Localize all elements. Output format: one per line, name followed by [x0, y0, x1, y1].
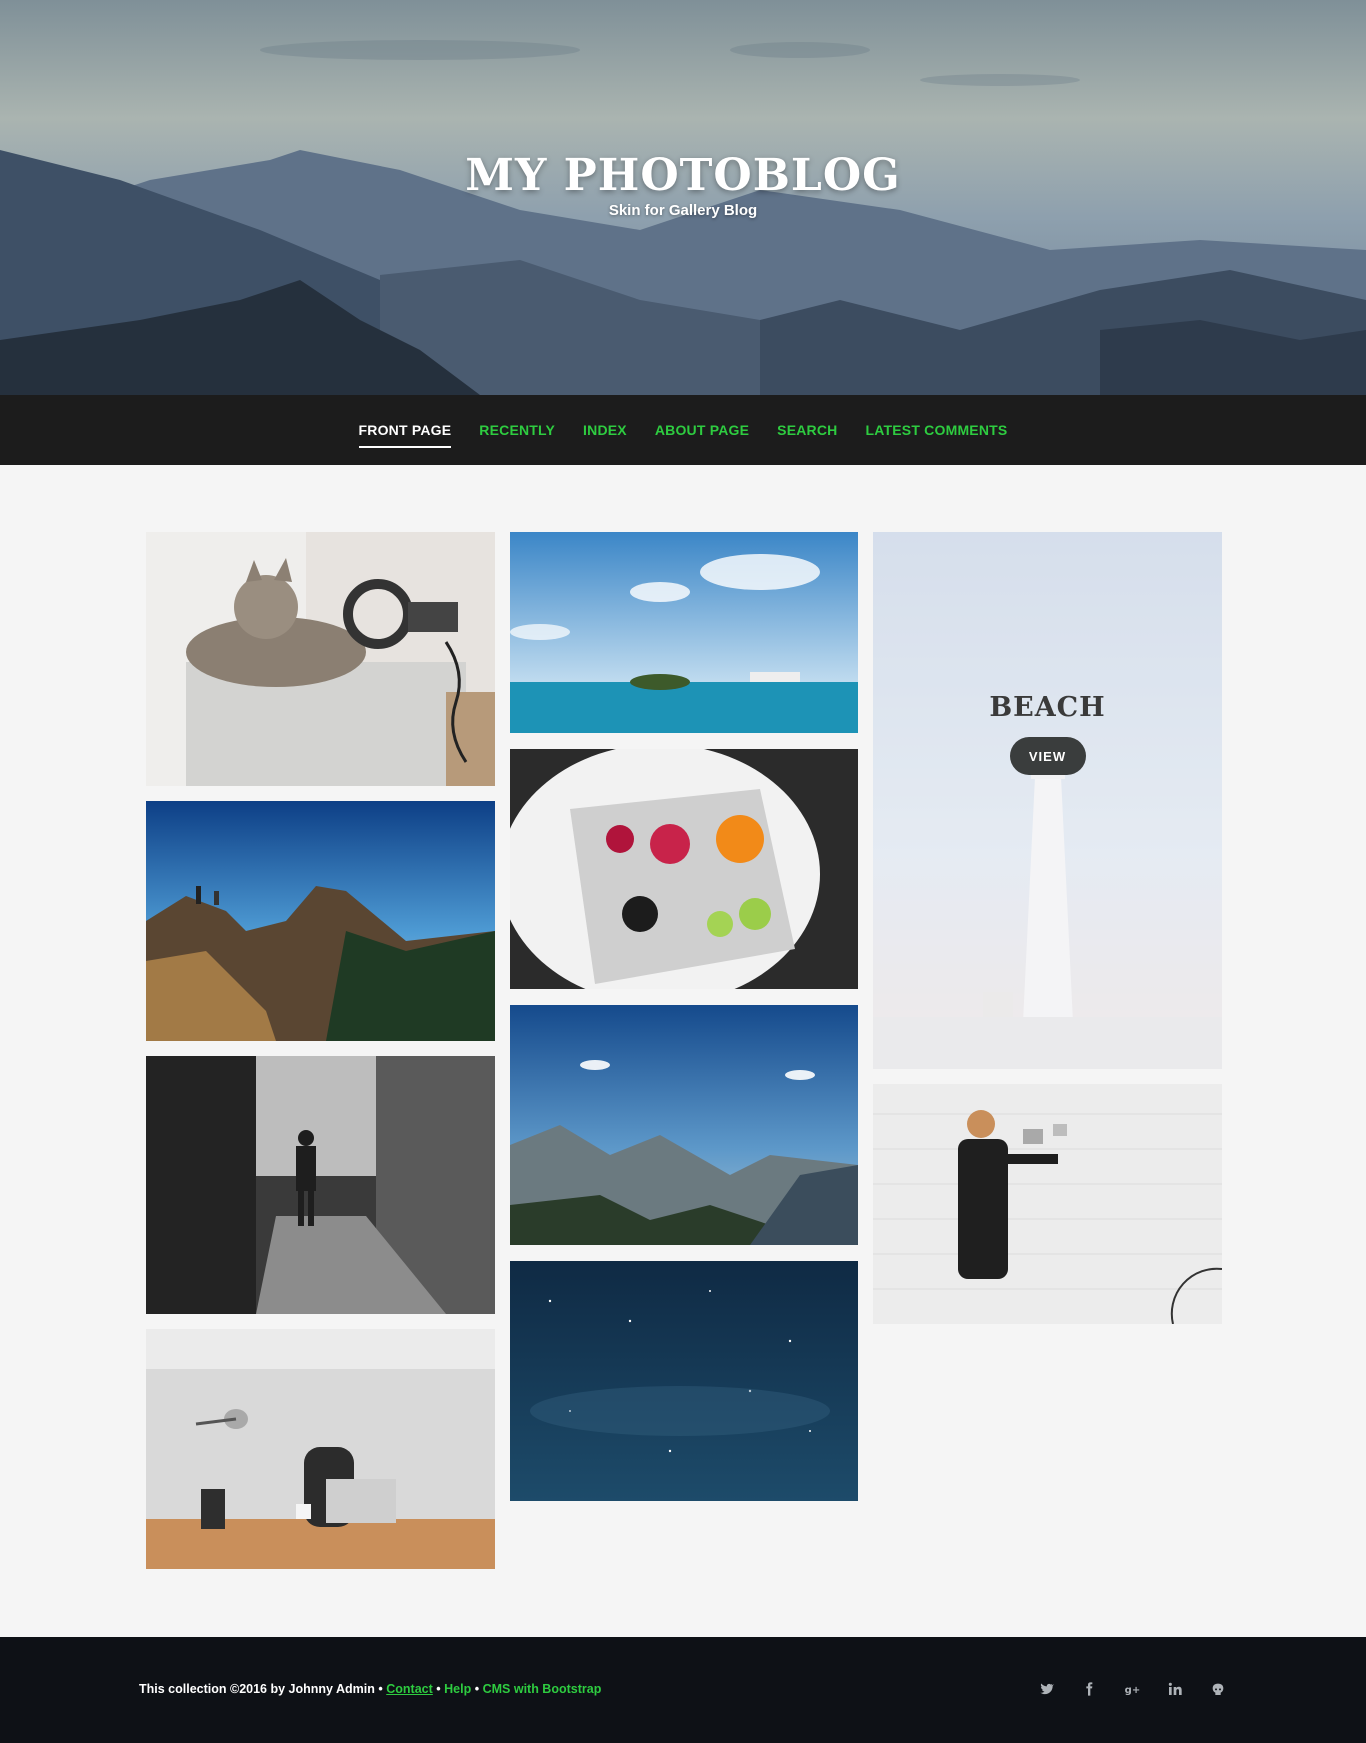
- view-button[interactable]: VIEW: [1009, 737, 1086, 775]
- nav-recently[interactable]: RECENTLY: [479, 412, 555, 448]
- lighthouse-photo[interactable]: BEACH VIEW: [873, 532, 1222, 1069]
- hero-banner: MY PHOTOBLOG Skin for Gallery Blog: [0, 0, 1366, 395]
- site-subtitle: Skin for Gallery Blog: [608, 202, 758, 219]
- separator: •: [378, 1682, 383, 1696]
- nav-latest-comments[interactable]: LATEST COMMENTS: [865, 412, 1007, 448]
- nav-about-page[interactable]: ABOUT PAGE: [655, 412, 749, 448]
- nav-front-page[interactable]: FRONT PAGE: [358, 412, 452, 448]
- cat-headphones-photo[interactable]: [146, 532, 495, 786]
- fruit-plate-photo[interactable]: [510, 749, 858, 989]
- site-title[interactable]: MY PHOTOBLOG: [0, 150, 1366, 201]
- contact-link[interactable]: Contact: [386, 1682, 433, 1696]
- main-nav: FRONT PAGE RECENTLY INDEX ABOUT PAGE SEA…: [0, 395, 1366, 465]
- twitter-icon[interactable]: [1033, 1675, 1058, 1703]
- svg-text:g+: g+: [1124, 1685, 1139, 1696]
- copyright-text: This collection ©2016 by Johnny Admin: [139, 1682, 375, 1696]
- social-links: g+: [1033, 1675, 1230, 1703]
- google-plus-icon[interactable]: g+: [1119, 1675, 1144, 1703]
- alley-walker-photo[interactable]: [146, 1056, 495, 1314]
- github-icon[interactable]: [1205, 1675, 1230, 1703]
- linkedin-icon[interactable]: [1162, 1675, 1187, 1703]
- starry-sky-photo[interactable]: [510, 1261, 858, 1501]
- featured-title: BEACH: [989, 692, 1106, 723]
- nav-search[interactable]: SEARCH: [777, 412, 837, 448]
- cms-link[interactable]: CMS with Bootstrap: [483, 1682, 602, 1696]
- nav-index[interactable]: INDEX: [583, 412, 627, 448]
- photo-gallery: BEACH VIEW: [0, 465, 1366, 1637]
- mountain-valley-photo[interactable]: [510, 1005, 858, 1245]
- man-wall-photo[interactable]: [873, 1084, 1222, 1324]
- hikers-mountain-photo[interactable]: [146, 801, 495, 1041]
- facebook-icon[interactable]: [1076, 1675, 1101, 1703]
- desk-laptop-photo[interactable]: [146, 1329, 495, 1569]
- help-link[interactable]: Help: [444, 1682, 471, 1696]
- featured-overlay: BEACH VIEW: [873, 532, 1222, 1069]
- separator: •: [436, 1682, 441, 1696]
- footer: This collection ©2016 by Johnny Admin • …: [0, 1637, 1366, 1743]
- separator: •: [474, 1682, 480, 1696]
- footer-credits: This collection ©2016 by Johnny Admin • …: [139, 1682, 601, 1696]
- sea-boat-photo[interactable]: [510, 532, 858, 733]
